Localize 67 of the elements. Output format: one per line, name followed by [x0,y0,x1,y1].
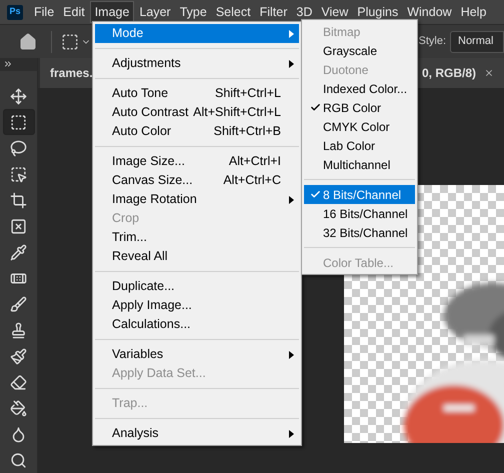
menu-title[interactable]: Window [403,1,456,23]
menu-title[interactable]: Plugins [353,1,402,23]
menu-item[interactable]: Multichannel [304,155,415,174]
menu-item[interactable]: Calculations... [95,315,299,334]
selection-pointer-icon [10,166,27,182]
tab-title: frames. [50,65,93,82]
stamp-icon [10,322,27,338]
menu-item[interactable]: Reveal All [95,247,299,266]
eyedropper-icon [10,244,27,260]
menu-item[interactable]: CMYK Color [304,117,415,136]
zoom-icon [10,452,27,468]
menu-item[interactable]: Apply Image... [95,296,299,315]
crop-icon [10,192,27,208]
check-icon [310,102,320,113]
menu-item[interactable]: Auto Color Shift+Ctrl+B [95,122,299,141]
menu-item[interactable]: Canvas Size... Alt+Ctrl+C [95,171,299,190]
menu-item[interactable]: Adjustments [95,54,299,73]
lasso-icon [10,140,27,156]
check-icon [310,189,320,200]
menu-title[interactable]: Edit [59,1,89,23]
submenu-arrow-icon [289,430,294,438]
close-icon[interactable] [484,68,494,78]
style-label: Style: [418,34,446,50]
menu-item[interactable]: Mode [95,24,299,43]
menu-title[interactable]: Layer [135,1,175,23]
marquee-icon[interactable] [61,32,79,50]
menu-item[interactable]: Image Size... Alt+Ctrl+I [95,152,299,171]
menu-item[interactable]: Analysis [95,424,299,443]
menu-item[interactable]: Grayscale [304,41,415,60]
submenu-arrow-icon [289,60,294,68]
submenu-arrow-icon [289,30,294,38]
submenu-arrow-icon [289,196,294,204]
app-logo: Ps [7,4,23,20]
home-icon[interactable] [19,32,37,50]
menu-item[interactable]: RGB Color [304,98,415,117]
brush-icon [10,296,27,312]
menu-title[interactable]: File [30,1,58,23]
menu-item[interactable]: Variables [95,345,299,364]
paintbrush-icon [10,348,27,364]
menu-item[interactable]: Indexed Color... [304,79,415,98]
tool-button[interactable] [2,109,34,135]
marquee-icon [10,114,27,130]
menu-title[interactable]: Image [90,1,134,23]
menu-item[interactable]: Auto Contrast Alt+Shift+Ctrl+L [95,103,299,122]
menu-title[interactable]: Help [456,1,490,23]
menu-item[interactable]: Trim... [95,228,299,247]
menu-title[interactable]: View [317,1,352,23]
menu-item[interactable]: 32 Bits/Channel [304,223,415,242]
menu-title[interactable]: Select [212,1,255,23]
eraser-icon [10,374,27,390]
tab-title: 0, RGB/8) [422,65,476,82]
menu-title[interactable]: Type [176,1,211,23]
menu-item[interactable]: Image Rotation [95,190,299,209]
expand-icon[interactable] [3,59,13,70]
paint-bucket-icon [10,400,27,416]
droplet-icon [10,426,27,442]
menu-item[interactable]: Lab Color [304,136,415,155]
menu-item[interactable]: Duplicate... [95,277,299,296]
menu-item[interactable]: 16 Bits/Channel [304,204,415,223]
menu-item[interactable]: 8 Bits/Channel [304,185,415,204]
menu-item[interactable]: Auto Tone Shift+Ctrl+L [95,84,299,103]
move-icon [10,88,27,104]
menu-title[interactable]: 3D [292,1,316,23]
submenu-arrow-icon [289,350,294,358]
style-field[interactable]: Normal [450,30,504,52]
menu-title[interactable]: Filter [256,1,292,23]
frame-icon [10,218,27,234]
